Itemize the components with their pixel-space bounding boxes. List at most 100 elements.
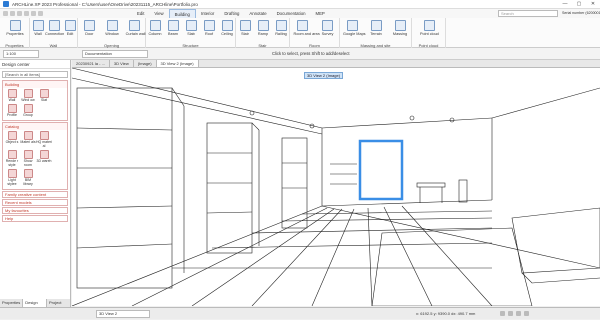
menu-interior[interactable]: Interior (196, 9, 219, 18)
view-select[interactable]: 3D View 2 (96, 310, 150, 318)
panel-item-object-s[interactable]: Object s (4, 131, 20, 148)
ribbon-button-label: Curtain wall (125, 32, 146, 36)
ribbon-group-properties: Properties Properties (0, 18, 30, 48)
column-button[interactable]: Column (146, 20, 164, 36)
menu-building[interactable]: Building (168, 9, 196, 18)
survey-button[interactable]: Survey (319, 20, 337, 36)
massing-button[interactable]: Massing (391, 20, 409, 36)
undo-icon[interactable] (24, 11, 29, 16)
panel-link-family-creative-content[interactable]: Family creative content (2, 191, 68, 198)
panel-item-wall[interactable]: Wall (4, 89, 20, 102)
doc-tab-1[interactable]: 3D View (110, 60, 134, 67)
menu-mep[interactable]: MEP (310, 9, 329, 18)
scale-select[interactable]: 1:100 (3, 50, 39, 58)
interior-render (72, 68, 600, 306)
roof-icon (203, 20, 215, 31)
panel-item-3d-wareh[interactable]: 3D wareh (36, 150, 52, 167)
properties-button[interactable]: Properties (6, 20, 24, 36)
roof-button[interactable]: Roof (200, 20, 218, 36)
railing-button[interactable]: Railing (272, 20, 290, 36)
open-file-icon[interactable] (10, 11, 15, 16)
view-label: 3D View 2 (Image) (304, 72, 344, 79)
menu-view[interactable]: View (149, 9, 168, 18)
maximize-button[interactable]: ▢ (572, 1, 586, 7)
settings-icon[interactable] (524, 311, 529, 316)
panel-link-recent-models[interactable]: Recent models (2, 199, 68, 206)
panel-item-wind-ow[interactable]: Wind ow (20, 89, 36, 102)
catalog-items: Object s Materi als HQ materi al Rende r st… (3, 130, 67, 189)
panel-link-help[interactable]: Help (2, 215, 68, 222)
panel-item-show-room[interactable]: Show room (20, 150, 36, 167)
panel-item-label: BIM library (23, 178, 33, 186)
search-input[interactable]: Search (498, 10, 558, 17)
menu-drafting[interactable]: Drafting (219, 9, 244, 18)
point-cloud-button[interactable]: Point cloud (420, 20, 439, 36)
panel-link-my-favourites[interactable]: My favourites (2, 207, 68, 214)
window-button[interactable]: Window (103, 20, 121, 36)
ribbon-group-point-cloud: Point cloud Point cloud (412, 18, 446, 48)
door-button[interactable]: Door (80, 20, 98, 36)
print-icon[interactable] (38, 11, 43, 16)
left-tab-1[interactable]: Design ce.. (23, 299, 48, 313)
ribbon-button-label: Railing (275, 32, 287, 36)
grid-icon[interactable] (508, 311, 513, 316)
menu-documentation[interactable]: Documentation (272, 9, 311, 18)
panel-item-bim-library[interactable]: BIM library (20, 169, 36, 186)
doc-tab-3[interactable]: 3D View 2 (Image) (156, 60, 199, 67)
survey-icon (322, 20, 333, 31)
catalog-header[interactable]: Catalog (3, 123, 67, 130)
new-file-icon[interactable] (3, 11, 8, 16)
ribbon-button-label: Door (85, 32, 94, 36)
room-and-area-button[interactable]: Room and area (294, 20, 320, 36)
ceiling-button[interactable]: Ceiling (218, 20, 236, 36)
status-bar: 3D View 2 x: 6192.5 y: 9390.0 dx: 490.7 … (0, 307, 600, 319)
panel-item-group[interactable]: Group (20, 104, 36, 117)
panel-item-label: Object s (5, 140, 19, 144)
left-tab-2[interactable]: Project na.. (47, 299, 71, 313)
doc-tab-0[interactable]: 20230921 la - ... (72, 60, 110, 67)
ribbon-group-structure: Column Beam Slab Roof Ceiling Structure (146, 18, 236, 48)
layer-select[interactable]: Documentation (82, 50, 148, 58)
object-s-icon (7, 131, 17, 140)
doc-tab-2[interactable]: (Image) (134, 60, 157, 67)
massing-icon (394, 20, 406, 31)
beam-button[interactable]: Beam (164, 20, 182, 36)
curtain-wall-button[interactable]: Curtain wall (125, 20, 146, 36)
google-maps-button[interactable]: Google Maps (343, 20, 366, 36)
close-button[interactable]: ✕ (586, 1, 600, 7)
panel-item-slat[interactable]: Slat (36, 89, 52, 102)
minimize-button[interactable]: — (558, 1, 572, 7)
panel-item-rende-r-style[interactable]: Rende r style (4, 150, 20, 167)
ramp-button[interactable]: Ramp (254, 20, 272, 36)
ribbon-button-label: Beam (168, 32, 178, 36)
panel-item-label: 3D wareh (36, 159, 52, 163)
ribbon: Properties Properties Wall Connection Edit Wa… (0, 18, 600, 48)
snap-icon[interactable] (500, 311, 505, 316)
left-tab-0[interactable]: Properties (0, 299, 24, 307)
3d-viewport[interactable] (72, 68, 600, 306)
door-icon (83, 20, 95, 31)
ortho-icon[interactable] (516, 311, 521, 316)
panel-item-label: Materi als (20, 140, 36, 144)
terrain-button[interactable]: Terrain (367, 20, 385, 36)
save-icon[interactable] (17, 11, 22, 16)
ribbon-button-label: Point cloud (420, 32, 439, 36)
wall-icon (32, 20, 44, 31)
panel-item-light-stylee[interactable]: Light stylee (4, 169, 20, 186)
ceiling-icon (221, 20, 233, 31)
stair-button[interactable]: Stair (236, 20, 254, 36)
menu-edit[interactable]: Edit (132, 9, 149, 18)
slab-button[interactable]: Slab (182, 20, 200, 36)
panel-item-profile[interactable]: Profile (4, 104, 20, 117)
redo-icon[interactable] (31, 11, 36, 16)
panel-item-hq-materi-al[interactable]: HQ materi al (36, 131, 52, 148)
edit-button[interactable]: Edit (61, 20, 79, 36)
google-maps-icon (346, 20, 358, 31)
ribbon-button-label: Edit (66, 32, 74, 36)
curtain-wall-icon (129, 20, 141, 31)
menu-annotate[interactable]: Annotate (244, 9, 271, 18)
design-center-search[interactable]: [Search in all items] (2, 71, 68, 78)
panel-item-materi-als[interactable]: Materi als (20, 131, 36, 148)
menu-list: Edit View Building Interior Drafting Annotate… (132, 9, 330, 18)
building-header[interactable]: Building (3, 81, 67, 88)
